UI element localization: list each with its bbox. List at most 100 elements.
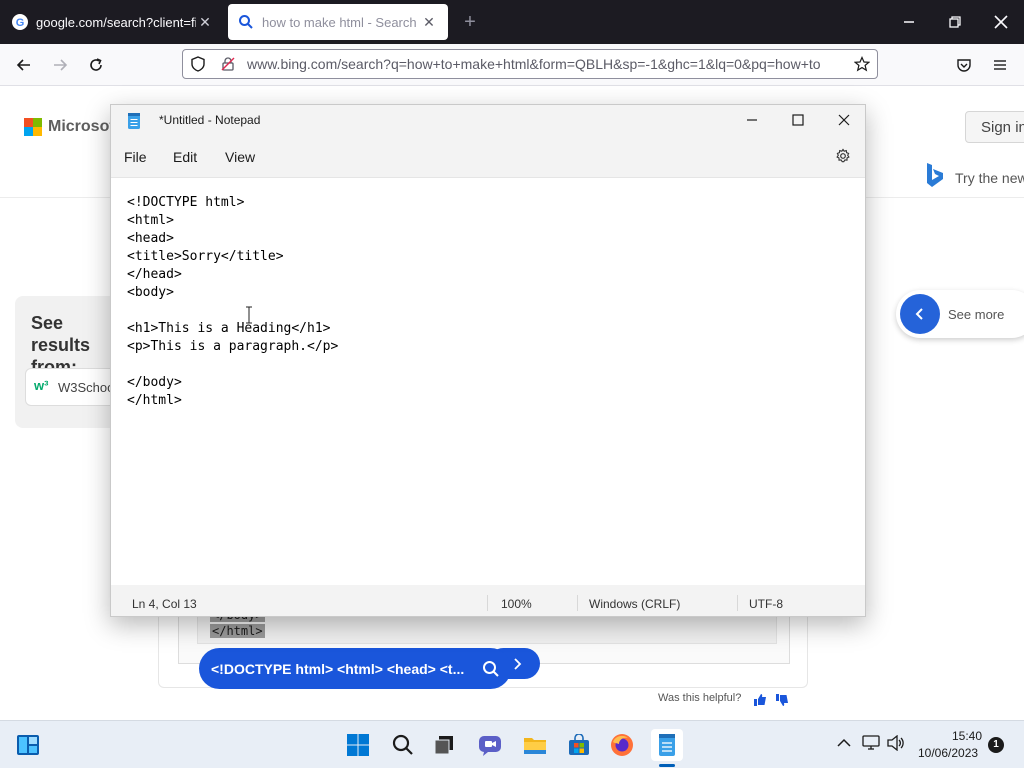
encoding: UTF-8	[749, 597, 783, 611]
close-window-button[interactable]	[978, 0, 1024, 44]
shield-icon[interactable]	[183, 56, 213, 72]
search-icon[interactable]	[471, 660, 511, 678]
tab-bing-search[interactable]: how to make html - Search ✕	[228, 4, 448, 40]
chevron-right-icon	[514, 657, 522, 670]
start-button[interactable]	[342, 729, 374, 761]
pocket-icon	[957, 59, 971, 72]
see-more-label: See more	[948, 306, 1005, 322]
clock-date[interactable]: 10/06/2023	[918, 746, 978, 760]
app-menu-button[interactable]	[986, 52, 1014, 78]
see-more-control[interactable]: See more	[896, 290, 1024, 338]
text-line: <head>	[127, 231, 174, 246]
text-line: <body>	[127, 285, 174, 300]
try-new-bing-link[interactable]: Try the new	[955, 170, 1024, 186]
search-icon	[239, 15, 253, 29]
line-ending: Windows (CRLF)	[589, 597, 681, 611]
text-line: <p>This is a paragraph.</p>	[127, 339, 339, 354]
search-snippet-pill[interactable]: <!DOCTYPE html> <html> <head> <t...	[199, 648, 511, 689]
gear-icon[interactable]	[835, 148, 851, 164]
see-results-panel: See results from: w³ W3Schools	[15, 296, 125, 428]
arrow-right-icon	[54, 59, 68, 71]
taskbar-search-button[interactable]	[387, 729, 419, 761]
close-icon	[838, 114, 850, 126]
clock-time[interactable]: 15:40	[952, 729, 982, 743]
close-icon	[994, 15, 1008, 29]
menu-view[interactable]: View	[225, 149, 255, 165]
notepad-status-bar: Ln 4, Col 13 100% Windows (CRLF) UTF-8	[111, 585, 865, 616]
text-line: <!DOCTYPE html>	[127, 195, 245, 210]
teams-chat-button[interactable]	[474, 729, 506, 761]
notepad-maximize-button[interactable]	[775, 105, 821, 135]
helpful-prompt: Was this helpful?	[658, 692, 742, 704]
microsoft-store-button[interactable]	[563, 729, 595, 761]
thumbs-up-icon[interactable]	[752, 692, 768, 708]
minimize-button[interactable]	[886, 0, 932, 44]
thumbs-down-icon[interactable]	[774, 692, 790, 708]
firefox-button[interactable]	[606, 729, 638, 761]
hamburger-menu-icon	[994, 60, 1006, 70]
tab-title: google.com/search?client=firef	[36, 14, 196, 30]
file-explorer-button[interactable]	[519, 729, 551, 761]
text-line: <h1>This is a Heading</h1>	[127, 321, 331, 336]
menu-edit[interactable]: Edit	[173, 149, 197, 165]
reload-button[interactable]	[82, 52, 110, 78]
network-icon[interactable]	[862, 735, 880, 751]
text-line: </head>	[127, 267, 182, 282]
tab-google-search[interactable]: G google.com/search?client=firef ✕	[2, 4, 224, 40]
new-tab-button[interactable]: +	[458, 10, 482, 34]
text-line: </body>	[127, 375, 182, 390]
close-icon[interactable]: ✕	[420, 14, 438, 31]
cursor-position: Ln 4, Col 13	[132, 597, 197, 611]
task-view-button[interactable]	[428, 729, 460, 761]
url-text[interactable]: www.bing.com/search?q=how+to+make+html&f…	[243, 56, 847, 72]
close-icon[interactable]: ✕	[196, 14, 214, 31]
forward-button[interactable]	[46, 52, 74, 78]
tracking-blocked-icon[interactable]	[213, 56, 243, 72]
text-line: </html>	[127, 393, 182, 408]
menu-file[interactable]: File	[124, 149, 147, 165]
text-line: <title>Sorry</title>	[127, 249, 284, 264]
see-more-button[interactable]	[900, 294, 940, 334]
reload-icon	[90, 58, 102, 71]
search-icon	[392, 734, 413, 755]
search-pill-text: <!DOCTYPE html> <html> <head> <t...	[211, 660, 465, 677]
volume-icon[interactable]	[887, 735, 905, 751]
notepad-text-area[interactable]: <!DOCTYPE html> <html> <head> <title>Sor…	[111, 177, 865, 585]
microsoft-logo[interactable]: Microsoft	[24, 118, 120, 136]
firefox-icon	[611, 734, 633, 756]
teams-chat-icon	[479, 736, 501, 756]
file-explorer-icon	[524, 738, 546, 754]
bing-logo-icon	[927, 163, 943, 187]
widgets-button[interactable]	[12, 729, 44, 761]
text-cursor-icon	[246, 306, 252, 324]
tab-title: how to make html - Search	[262, 14, 417, 30]
notepad-close-button[interactable]	[821, 105, 867, 135]
back-button[interactable]	[10, 52, 38, 78]
notepad-window: *Untitled - Notepad File Edit View <!DOC…	[110, 104, 866, 617]
notepad-menu-bar: File Edit View	[111, 139, 865, 177]
active-app-indicator	[659, 764, 675, 767]
status-separator	[487, 595, 488, 611]
notepad-icon	[659, 734, 675, 756]
pocket-button[interactable]	[950, 52, 978, 78]
bookmark-star-icon[interactable]	[847, 56, 877, 72]
restore-button[interactable]	[932, 0, 978, 44]
sign-in-button[interactable]: Sign in	[965, 111, 1024, 143]
browser-nav-bar: www.bing.com/search?q=how+to+make+html&f…	[0, 44, 1024, 86]
text-line: <html>	[127, 213, 174, 228]
store-icon	[569, 734, 589, 755]
notification-badge[interactable]: 1	[988, 737, 1004, 753]
status-separator	[577, 595, 578, 611]
google-icon: G	[12, 14, 28, 30]
notepad-title-bar[interactable]: *Untitled - Notepad	[111, 105, 865, 137]
chevron-left-icon	[915, 308, 923, 320]
minimize-icon	[747, 119, 757, 121]
browser-tab-bar: G google.com/search?client=firef ✕ how t…	[0, 0, 1024, 44]
windows-taskbar: 15:40 10/06/2023 1	[0, 720, 1024, 768]
notepad-taskbar-button[interactable]	[651, 729, 683, 761]
task-view-icon	[434, 736, 453, 755]
chevron-up-icon[interactable]	[836, 735, 852, 751]
microsoft-logo-icon	[24, 118, 42, 136]
notepad-minimize-button[interactable]	[729, 105, 775, 135]
address-bar[interactable]: www.bing.com/search?q=how+to+make+html&f…	[182, 49, 878, 79]
